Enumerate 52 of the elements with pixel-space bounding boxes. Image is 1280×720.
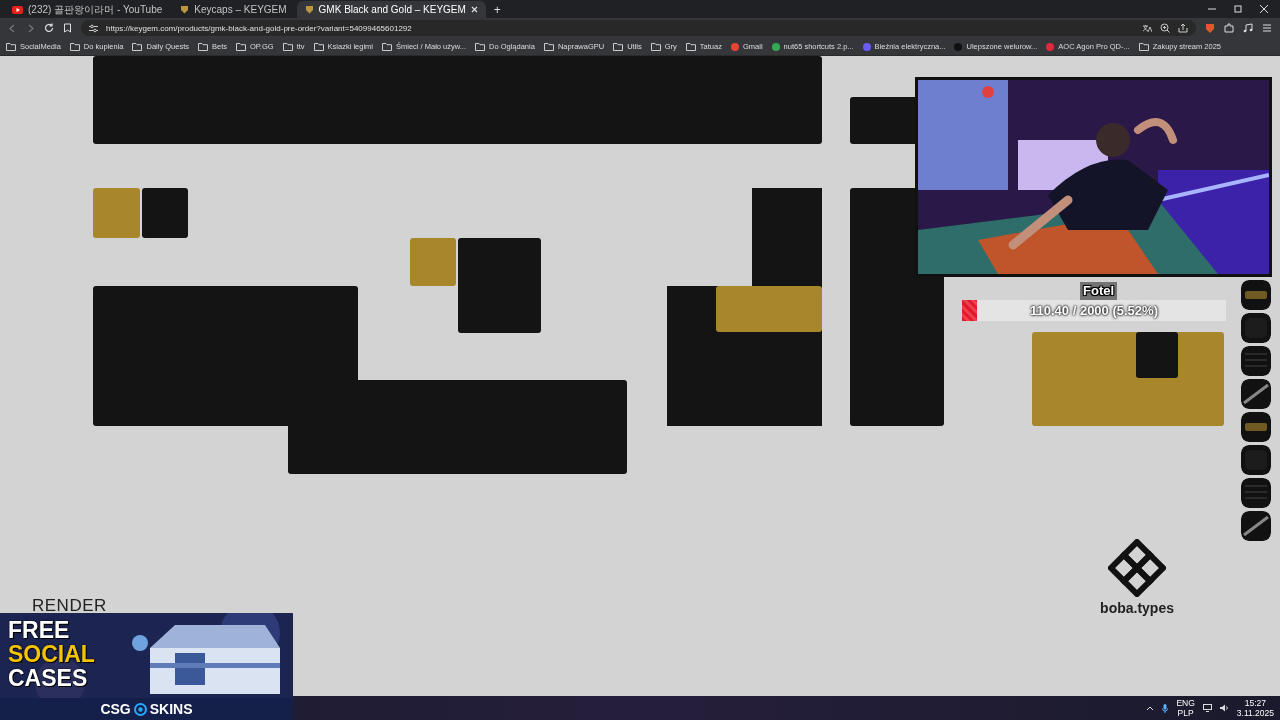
folder-icon [6,42,16,51]
new-tab-button[interactable]: + [487,1,507,18]
back-icon[interactable] [8,23,17,33]
folder-icon [69,42,80,51]
clock[interactable]: 15:27 3.11.2025 [1236,698,1274,718]
folder-icon [132,42,143,51]
menu-icon[interactable] [1262,23,1272,33]
browser-tab[interactable]: Keycaps – KEYGEM [172,1,295,18]
forward-icon[interactable] [26,23,35,33]
ad-headline: SOCIAL [8,642,95,666]
folder-icon [313,42,324,51]
logo-icon [1108,539,1167,597]
folder-icon [475,42,485,51]
site-settings-icon[interactable] [89,23,98,33]
folder-icon [1138,42,1149,51]
shield-icon[interactable] [1205,22,1215,34]
target-icon [133,702,147,716]
browser-tab[interactable]: GMK Black and Gold – KEYGEM [296,1,486,18]
folder-icon [650,42,661,51]
folder-icon [282,42,293,51]
browser-tab[interactable]: (232) 골판왕이라머 - YouTube [4,1,171,18]
chevron-up-icon[interactable] [1146,705,1155,711]
music-icon[interactable] [1243,23,1253,33]
folder-icon [613,42,624,51]
section-heading: RENDER [32,596,107,616]
reload-icon[interactable] [44,23,54,33]
minimize-icon[interactable] [1208,5,1216,13]
maximize-icon[interactable] [1234,5,1242,13]
brand-name: boba.types [1100,600,1174,616]
bookmark-icon[interactable] [63,23,72,33]
video-icon[interactable] [12,5,23,14]
folder-icon [236,42,246,51]
brand-bar[interactable]: CSG SKINS [0,698,293,720]
volume-icon[interactable] [1219,704,1229,712]
zoom-icon[interactable] [1160,23,1170,33]
folder-icon [198,42,208,51]
shield-icon[interactable] [304,5,314,14]
close-icon[interactable] [1260,5,1268,13]
ad-headline: CASES [8,666,88,690]
brand-name: SKINS [149,701,193,717]
folder-icon [685,42,696,51]
folder-icon [543,42,554,51]
address-field[interactable]: https://keygem.com/products/gmk-black-and-gold-pre-order?variant=54099465601292 [81,20,1196,36]
translate-icon[interactable] [1142,23,1152,33]
shield-icon[interactable] [180,5,190,14]
share-icon[interactable] [1178,23,1188,33]
folder-icon [382,42,392,51]
keyboard-language[interactable]: ENG PLP [1176,698,1195,718]
close-icon[interactable] [470,6,478,13]
ad-headline: FREE [8,618,70,642]
brand-name: CSG [100,701,131,717]
microphone-icon[interactable] [1162,703,1169,713]
